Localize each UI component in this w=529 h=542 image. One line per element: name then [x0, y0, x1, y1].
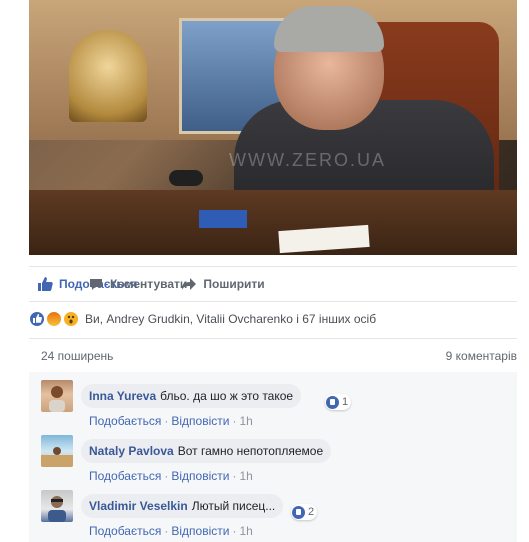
comment-meta: Подобається · Відповісти · 1h — [89, 414, 253, 428]
comment-item: Inna Yureva бльо. да шо ж это такое 1 Под… — [41, 380, 511, 432]
comment-text: Лютый писец... — [191, 499, 276, 513]
reactions-summary[interactable]: Ви, Andrey Grudkin, Vitalii Ovcharenko і… — [29, 309, 517, 329]
post-card: WWW.ZERO.UA Подобається Коментувати Поши… — [12, 0, 517, 542]
speech-bubble-icon — [88, 276, 104, 292]
photo-watermark: WWW.ZERO.UA — [229, 150, 386, 170]
share-button-label: Поширити — [203, 277, 265, 291]
avatar[interactable] — [41, 490, 73, 522]
comment-reaction-badge[interactable]: 2 — [291, 504, 318, 520]
photo-blue-card — [199, 210, 247, 228]
comment-text: бльо. да шо ж это такое — [160, 389, 294, 403]
comment-like-link[interactable]: Подобається — [89, 469, 161, 483]
comment-reply-link[interactable]: Відповісти — [171, 414, 229, 428]
comment-time[interactable]: 1h — [239, 469, 252, 483]
comment-button[interactable]: Коментувати — [88, 276, 187, 292]
comment-reply-link[interactable]: Відповісти — [171, 524, 229, 538]
comment-like-link[interactable]: Подобається — [89, 414, 161, 428]
comment-time[interactable]: 1h — [239, 524, 252, 538]
reactions-names: Ви, Andrey Grudkin, Vitalii Ovcharenko і… — [85, 312, 377, 326]
like-reaction-icon — [292, 505, 305, 519]
comment-bubble: Nataly Pavlova Вот гамно непотопляемое — [81, 439, 332, 463]
avatar[interactable] — [41, 380, 73, 412]
comment-meta: Подобається · Відповісти · 1h — [89, 469, 253, 483]
comment-bubble: Inna Yureva бльо. да шо ж это такое — [81, 384, 302, 408]
comments-count-link[interactable]: 9 коментарів — [446, 349, 517, 363]
comment-like-link[interactable]: Подобається — [89, 524, 161, 538]
photo-person-hair — [274, 6, 384, 52]
angry-reaction-icon — [46, 311, 62, 327]
comment-author[interactable]: Vladimir Veselkin — [89, 499, 188, 513]
avatar[interactable] — [41, 435, 73, 467]
comment-reaction-count: 2 — [308, 506, 315, 518]
comment-meta: Подобається · Відповісти · 1h — [89, 524, 253, 538]
photo-desk — [29, 190, 517, 255]
thumbs-up-icon — [37, 276, 53, 292]
comment-button-label: Коментувати — [110, 277, 188, 291]
comment-author[interactable]: Inna Yureva — [89, 389, 156, 403]
comment-reply-link[interactable]: Відповісти — [171, 469, 229, 483]
comment-bubble: Vladimir Veselkin Лютый писец... — [81, 494, 284, 518]
comment-item: Nataly Pavlova Вот гамно непотопляемое По… — [41, 435, 511, 487]
wow-reaction-icon — [63, 311, 79, 327]
photo-microphone — [169, 170, 203, 186]
comment-reaction-badge[interactable]: 1 — [325, 394, 352, 410]
shares-count-link[interactable]: 24 поширень — [41, 349, 113, 363]
comment-time[interactable]: 1h — [239, 414, 252, 428]
post-counts: 24 поширень 9 коментарів — [29, 338, 517, 373]
post-photo[interactable]: WWW.ZERO.UA — [29, 0, 517, 255]
comment-reaction-count: 1 — [342, 396, 349, 408]
photo-religious-icon — [69, 30, 147, 122]
comment-text: Вот гамно непотопляемое — [177, 444, 324, 458]
share-button[interactable]: Поширити — [181, 276, 265, 292]
like-reaction-icon — [326, 395, 339, 409]
like-reaction-icon — [29, 311, 45, 327]
post-action-bar: Подобається Коментувати Поширити — [29, 266, 517, 302]
comment-item: Vladimir Veselkin Лютый писец... 2 Подоба… — [41, 490, 511, 542]
comment-author[interactable]: Nataly Pavlova — [89, 444, 174, 458]
comments-section: Inna Yureva бльо. да шо ж это такое 1 Под… — [29, 372, 517, 542]
